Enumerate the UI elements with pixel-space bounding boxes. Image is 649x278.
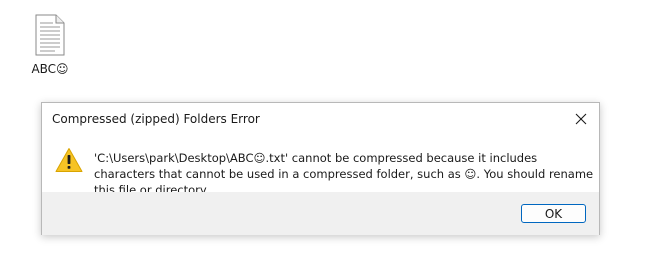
desktop: ABC☺ Compressed (zipped) Folders Error '… [0, 0, 649, 278]
dialog-title: Compressed (zipped) Folders Error [52, 112, 260, 126]
dialog-footer: OK [42, 192, 599, 235]
error-dialog: Compressed (zipped) Folders Error 'C:\Us… [41, 102, 600, 235]
close-button[interactable] [567, 105, 595, 133]
warning-icon [55, 148, 83, 172]
close-icon [575, 113, 587, 125]
dialog-content: 'C:\Users\park\Desktop\ABC☺.txt' cannot … [42, 135, 599, 197]
error-message: 'C:\Users\park\Desktop\ABC☺.txt' cannot … [94, 151, 594, 197]
ok-button[interactable]: OK [521, 204, 586, 223]
desktop-file-item[interactable]: ABC☺ [30, 12, 70, 78]
dialog-titlebar[interactable]: Compressed (zipped) Folders Error [42, 103, 599, 135]
text-document-icon [35, 14, 65, 56]
file-label: ABC☺ [31, 62, 69, 76]
